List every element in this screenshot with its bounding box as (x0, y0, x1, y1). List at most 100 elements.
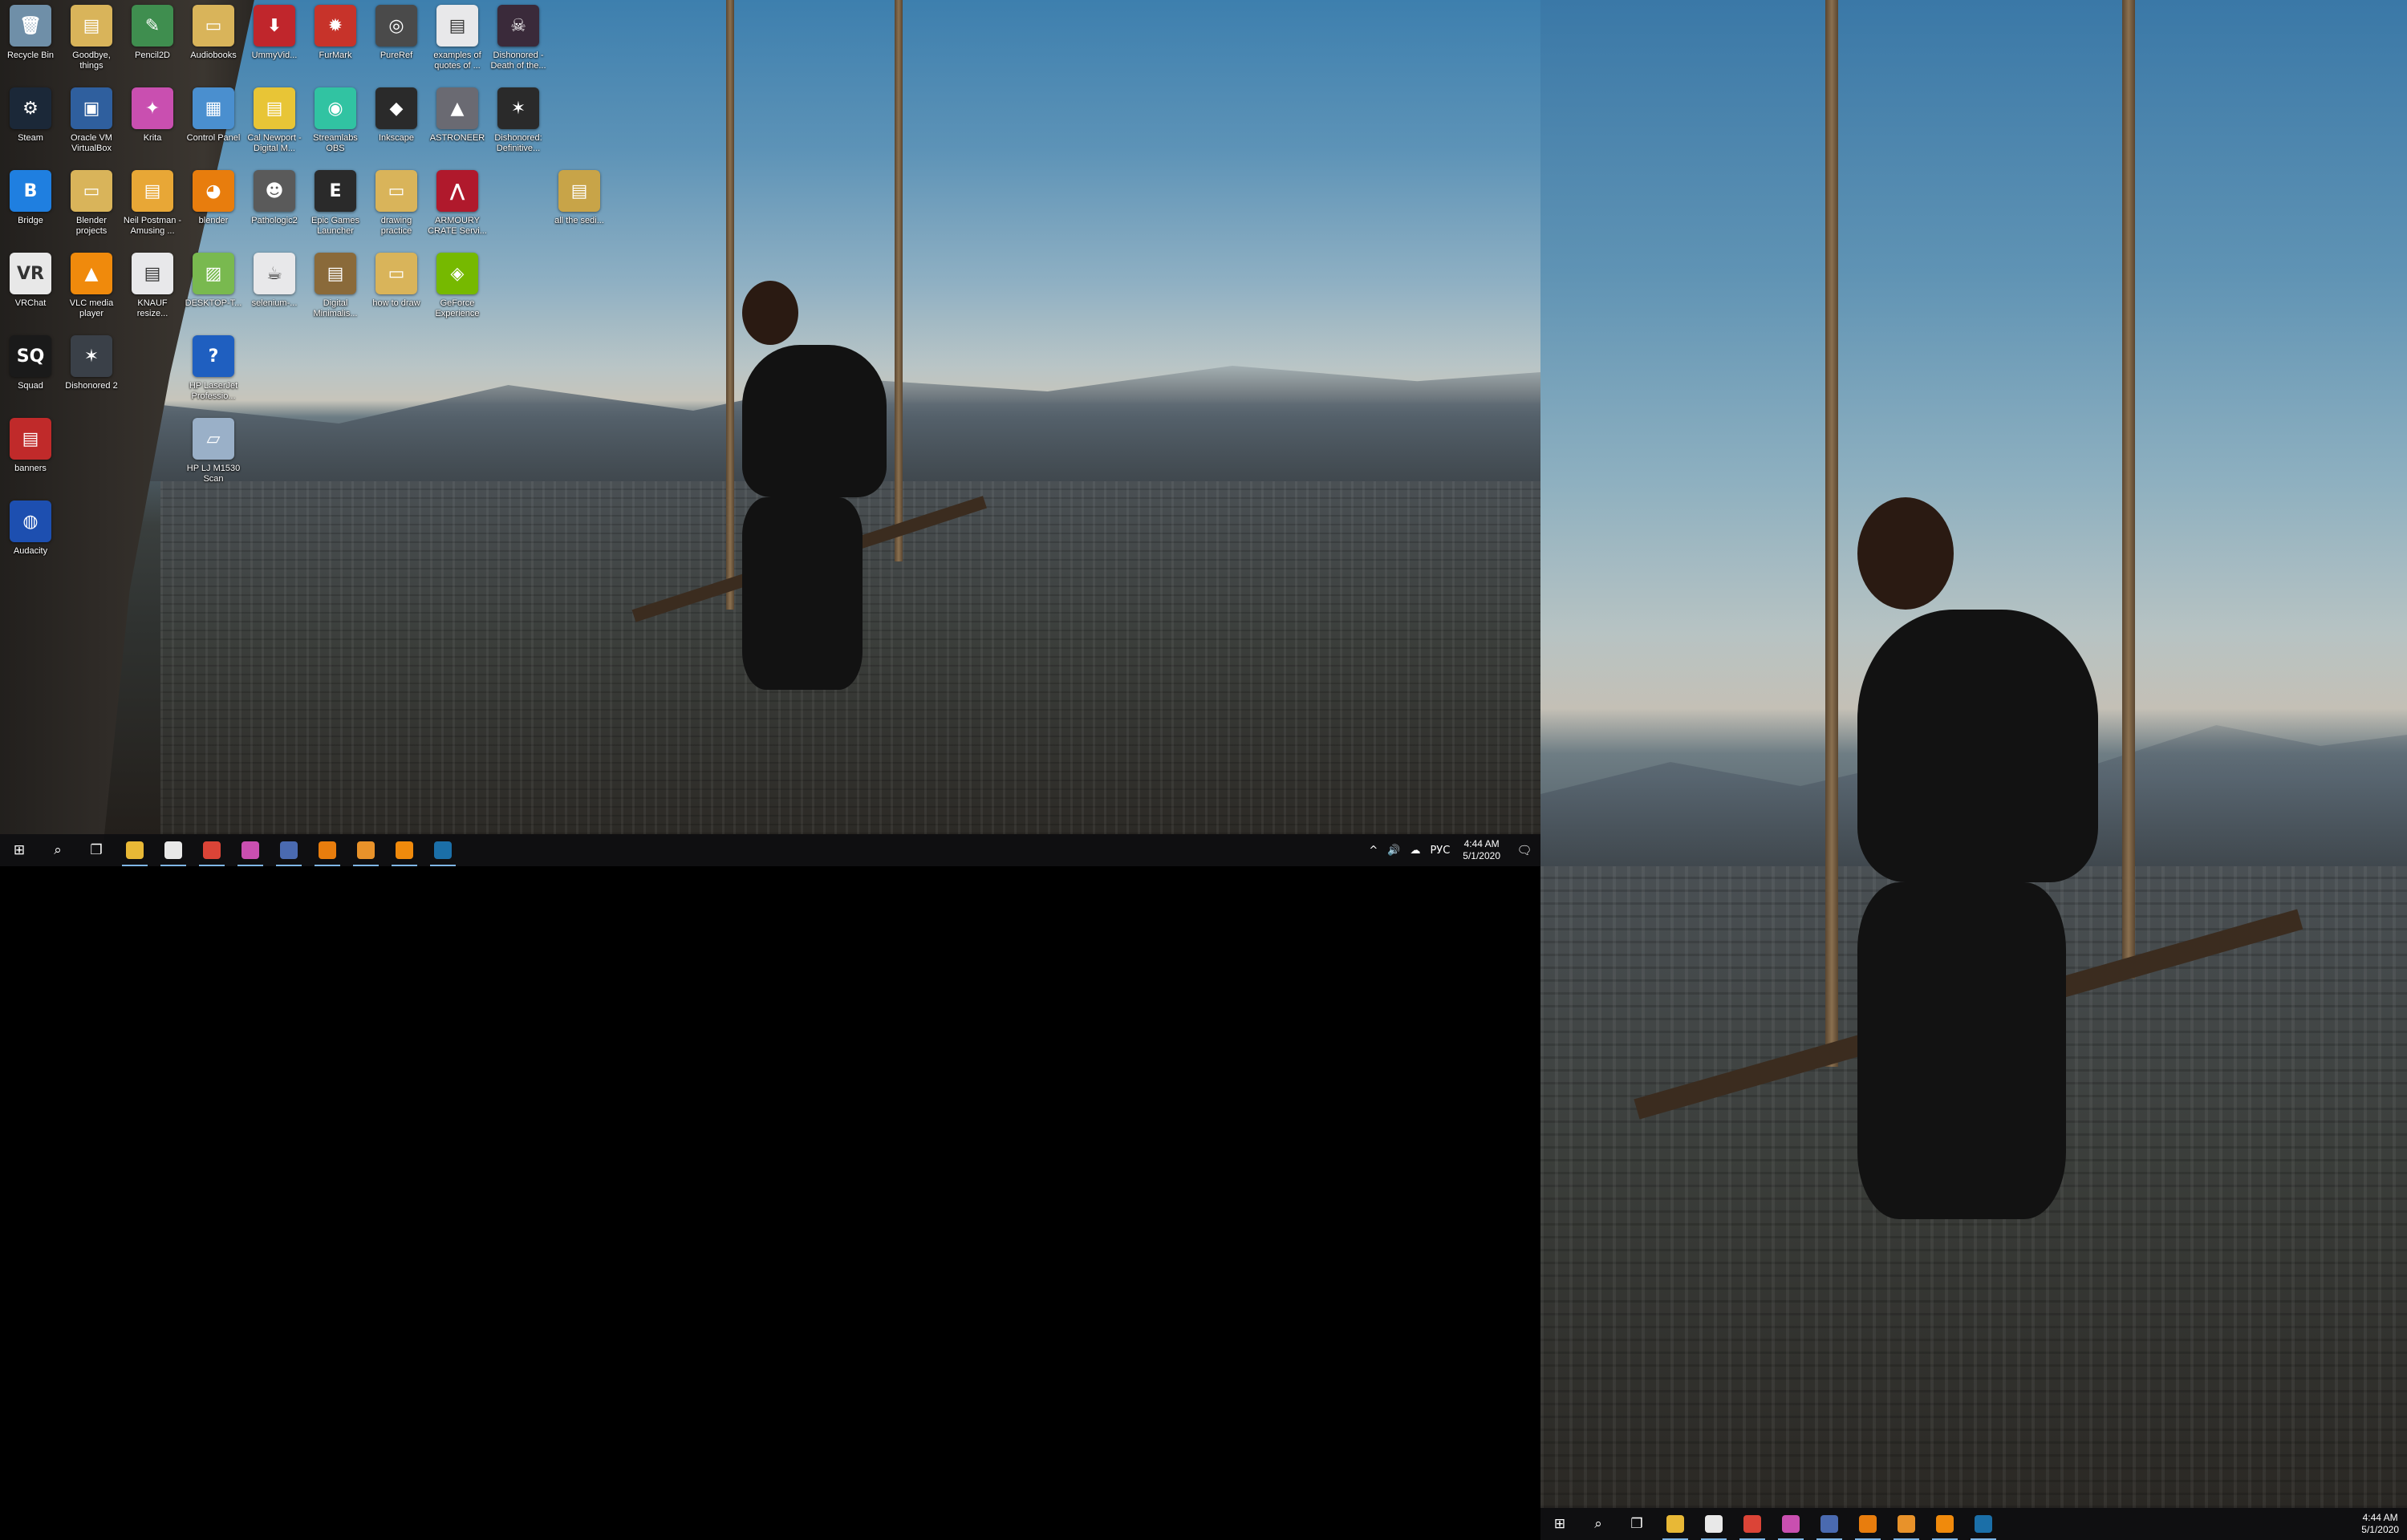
desktop-icon[interactable]: ◉ Streamlabs OBS (305, 83, 366, 163)
desktop-icon[interactable]: ✦ Krita (122, 83, 183, 163)
task-view-button[interactable]: ❐ (77, 834, 116, 866)
desktop-icon[interactable]: ✎ Pencil2D (122, 0, 183, 80)
wallpaper-rope-right (895, 0, 903, 561)
wallpaper-figure-body-right (1857, 610, 2098, 882)
desktop-icon[interactable]: ◕ blender (183, 165, 244, 245)
desktop-icon[interactable]: ✹ FurMark (305, 0, 366, 80)
taskbar-app-krita[interactable] (1772, 1508, 1810, 1540)
taskbar-app-pathologic-orange[interactable] (347, 834, 385, 866)
desktop-app-icon: E (315, 170, 356, 212)
desktop-icon-label: Steam (18, 133, 43, 143)
taskbar-app-app-blue[interactable] (1810, 1508, 1849, 1540)
desktop-icon[interactable]: ◆ Inkscape (366, 83, 427, 163)
taskbar-app-vlc[interactable] (385, 834, 424, 866)
language-indicator[interactable]: РУС (1425, 845, 1455, 857)
taskbar-app-info-app[interactable] (1695, 1508, 1733, 1540)
desktop-icon[interactable]: ▤ Cal Newport - Digital M... (244, 83, 305, 163)
desktop-icon[interactable]: ▭ Audiobooks (183, 0, 244, 80)
start-button[interactable]: ⊞ (0, 834, 39, 866)
taskbar-app-file-explorer[interactable] (116, 834, 154, 866)
desktop-app-icon: ▤ (132, 253, 173, 294)
desktop-icon-label: GeForce Experience (435, 298, 480, 318)
taskbar-app-chrome[interactable] (193, 834, 231, 866)
desktop-icon[interactable]: ◈ GeForce Experience (427, 248, 488, 328)
desktop-icon-label: examples of quotes of ... (433, 51, 481, 71)
desktop-app-icon: ✶ (497, 87, 539, 129)
desktop-icon[interactable]: ▤ examples of quotes of ... (427, 0, 488, 80)
desktop-icon[interactable]: ▤ all the sedi... (549, 165, 610, 245)
clock[interactable]: 4:44 AM 5/1/2020 (1455, 838, 1508, 862)
onedrive-cloud-icon[interactable]: ☁ (1405, 845, 1425, 857)
desktop-app-icon: B (10, 170, 51, 212)
desktop-icon[interactable]: ▱ HP LJ M1530 Scan (183, 413, 244, 493)
desktop-icon-label: PureRef (380, 51, 413, 60)
desktop-icon[interactable]: ▭ how to draw (366, 248, 427, 328)
taskbar-app-vlc[interactable] (1926, 1508, 1964, 1540)
task-view-button-secondary[interactable]: ❐ (1618, 1508, 1656, 1540)
desktop-icon[interactable]: ✶ Dishonored: Definitive... (488, 83, 549, 163)
desktop-icon[interactable]: ? HP LaserJet Professio... (183, 330, 244, 411)
desktop-app-icon: ▭ (193, 5, 234, 47)
taskbar-app-pathologic-orange[interactable] (1887, 1508, 1926, 1540)
taskbar-app-app-blue[interactable] (270, 834, 308, 866)
desktop-icon[interactable]: ▣ Oracle VM VirtualBox (61, 83, 122, 163)
desktop-icon[interactable]: ☠ Dishonored - Death of the... (488, 0, 549, 80)
desktop-icon[interactable]: ▤ KNAUF resize... (122, 248, 183, 328)
desktop-icon[interactable]: ▤ Neil Postman - Amusing ... (122, 165, 183, 245)
action-center-button[interactable]: 🗨 (1508, 843, 1540, 857)
desktop-icon-label: blender (198, 216, 229, 225)
desktop-icon-label: Inkscape (378, 133, 415, 143)
volume-icon[interactable]: 🔊 (1382, 845, 1405, 857)
desktop-icon[interactable]: SQ Squad (0, 330, 61, 411)
taskbar-app-krita[interactable] (231, 834, 270, 866)
desktop-wallpaper-right (1540, 0, 2407, 1508)
desktop-icon[interactable]: 🗑 Recycle Bin (0, 0, 61, 80)
desktop-icon[interactable]: ▲ ASTRONEER (427, 83, 488, 163)
desktop-icon-label: Digital Minimalis... (313, 298, 358, 318)
desktop-icon[interactable]: ▤ banners (0, 413, 61, 493)
desktop-icon[interactable]: ▨ DESKTOP-T... (183, 248, 244, 328)
desktop-icon[interactable]: ▭ drawing practice (366, 165, 427, 245)
desktop-icon-label: Neil Postman - Amusing ... (123, 216, 182, 236)
wallpaper-figure-head (742, 281, 798, 345)
desktop-icon[interactable]: ▲ VLC media player (61, 248, 122, 328)
desktop-icon[interactable]: ▤ Goodbye, things (61, 0, 122, 80)
taskbar-app-file-explorer[interactable] (1656, 1508, 1695, 1540)
desktop-icon[interactable]: VR VRChat (0, 248, 61, 328)
taskbar-secondary: ⊞ ⌕ ❐ 4:44 AM 5/1/2020 (1540, 1508, 2407, 1540)
desktop-icon[interactable]: E Epic Games Launcher (305, 165, 366, 245)
desktop-icon[interactable]: ☻ Pathologic2 (244, 165, 305, 245)
desktop-icon[interactable]: ⚙ Steam (0, 83, 61, 163)
desktop-app-icon: ▤ (315, 253, 356, 294)
taskbar-app-info-app[interactable] (154, 834, 193, 866)
desktop-icon[interactable]: ⬇ UmmyVid... (244, 0, 305, 80)
tray-chevron-icon[interactable]: ^ (1364, 845, 1382, 857)
wallpaper-figure-head-right (1857, 497, 1954, 610)
desktop-icon-label: DESKTOP-T... (185, 298, 242, 308)
search-button-secondary[interactable]: ⌕ (1579, 1508, 1618, 1540)
info-app-icon (1705, 1515, 1723, 1533)
clock-secondary[interactable]: 4:44 AM 5/1/2020 (2353, 1512, 2407, 1536)
taskbar-app-steam[interactable] (424, 834, 462, 866)
desktop-app-icon: ▲ (436, 87, 478, 129)
desktop-icon[interactable]: B Bridge (0, 165, 61, 245)
steam-icon (1975, 1515, 1992, 1533)
start-button-secondary[interactable]: ⊞ (1540, 1508, 1579, 1540)
desktop-icon[interactable]: ▤ Digital Minimalis... (305, 248, 366, 328)
taskbar-app-blender[interactable] (1849, 1508, 1887, 1540)
taskbar-app-blender[interactable] (308, 834, 347, 866)
desktop-icon-label: VLC media player (69, 298, 114, 318)
desktop-icon[interactable]: ☕ selenium-... (244, 248, 305, 328)
desktop-icon[interactable]: ⋀ ARMOURY CRATE Servi... (427, 165, 488, 245)
search-button[interactable]: ⌕ (39, 834, 77, 866)
krita-icon (242, 841, 259, 859)
taskbar-app-steam[interactable] (1964, 1508, 2003, 1540)
desktop-icon[interactable]: ◎ PureRef (366, 0, 427, 80)
desktop-icon[interactable]: ✶ Dishonored 2 (61, 330, 122, 411)
desktop-icon[interactable]: ▦ Control Panel (183, 83, 244, 163)
desktop-app-icon: ⋀ (436, 170, 478, 212)
taskbar-app-chrome[interactable] (1733, 1508, 1772, 1540)
desktop-icon-label: all the sedi... (554, 216, 604, 225)
desktop-icon[interactable]: ▭ Blender projects (61, 165, 122, 245)
desktop-icon[interactable]: ◍ Audacity (0, 496, 61, 576)
